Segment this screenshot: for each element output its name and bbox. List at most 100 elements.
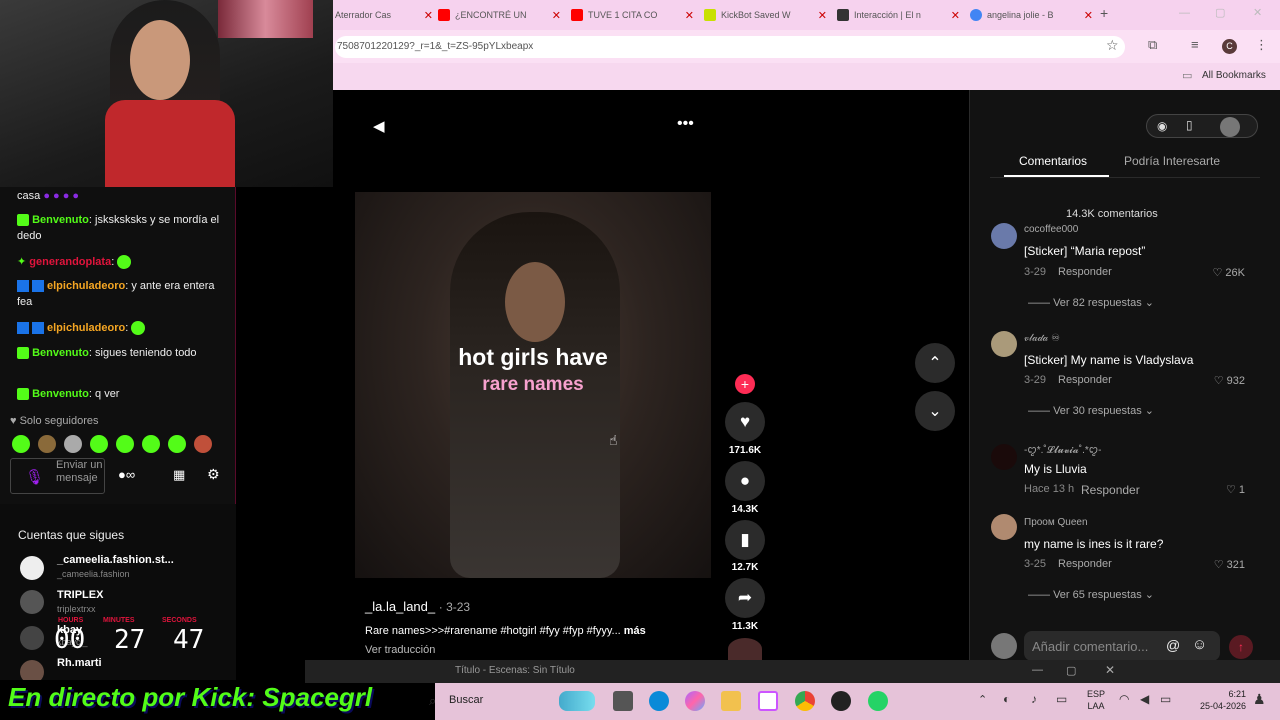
- close-icon[interactable]: ✕: [552, 9, 561, 22]
- close-window-button[interactable]: ✕: [1253, 6, 1262, 19]
- reply-button[interactable]: Responder: [1058, 266, 1112, 278]
- following-name[interactable]: Rh.marti: [57, 657, 102, 669]
- volume-icon[interactable]: ◀: [1140, 692, 1149, 706]
- video-frame[interactable]: hot girls have rare names: [355, 192, 711, 578]
- extensions-icon[interactable]: ⧉: [1148, 37, 1157, 53]
- eye-icon[interactable]: ◉: [1157, 119, 1167, 133]
- profile-avatar[interactable]: C: [1222, 39, 1237, 54]
- chat-username[interactable]: Benvenuto: [32, 214, 89, 226]
- comment-like[interactable]: ♡ 321: [1200, 558, 1245, 571]
- close-icon[interactable]: ✕: [685, 9, 694, 22]
- following-name[interactable]: _cameelia.fashion.st...: [57, 554, 174, 566]
- reply-button[interactable]: Responder: [1058, 374, 1112, 386]
- comment-username[interactable]: Проом Queen: [1024, 517, 1088, 528]
- browser-tab[interactable]: Aterrador Cas ✕: [335, 4, 435, 26]
- comment-username[interactable]: cocoffee000: [1024, 224, 1078, 235]
- avatar[interactable]: [20, 590, 44, 614]
- phone-icon[interactable]: ▯: [1186, 118, 1193, 132]
- sound-disc[interactable]: [728, 638, 762, 660]
- taskbar-search[interactable]: Buscar: [449, 694, 483, 706]
- view-replies[interactable]: —— Ver 82 respuestas ⌄: [1028, 296, 1154, 309]
- media-icon[interactable]: ≡: [1191, 37, 1199, 52]
- like-button[interactable]: ♥: [725, 402, 765, 442]
- close-window-button[interactable]: ✕: [1105, 663, 1115, 677]
- close-icon[interactable]: ✕: [951, 9, 960, 22]
- chat-username[interactable]: elpichuladeoro: [47, 322, 125, 334]
- emote-icon[interactable]: [168, 435, 186, 453]
- star-icon[interactable]: ☆: [1106, 37, 1119, 54]
- all-bookmarks-link[interactable]: All Bookmarks: [1202, 70, 1266, 81]
- menu-icon[interactable]: ⋮: [1255, 37, 1268, 53]
- avatar[interactable]: [20, 556, 44, 580]
- chat-username[interactable]: elpichuladeoro: [47, 280, 125, 292]
- microphone-icon[interactable]: 🎙: [25, 468, 44, 486]
- browser-tab[interactable]: Interacción | El n ✕: [837, 4, 962, 26]
- edge-icon[interactable]: [649, 691, 669, 711]
- clock[interactable]: 6:21 25-04-2026: [1196, 688, 1246, 712]
- emote-icon[interactable]: [194, 435, 212, 453]
- comment-button[interactable]: ●: [725, 461, 765, 501]
- notification-icon[interactable]: ♟: [1253, 691, 1266, 708]
- chrome-icon[interactable]: [795, 691, 815, 711]
- mention-icon[interactable]: @: [1166, 637, 1180, 653]
- browser-tab[interactable]: TUVE 1 CITA CO ✕: [571, 4, 696, 26]
- browser-tab[interactable]: KickBot Saved W ✕: [704, 4, 829, 26]
- store-icon[interactable]: ▦: [173, 467, 185, 483]
- previous-video-button[interactable]: ⌃: [915, 343, 955, 383]
- close-icon[interactable]: ✕: [424, 9, 433, 22]
- task-view-icon[interactable]: [613, 691, 633, 711]
- tab-interest[interactable]: Podría Interesarte: [1124, 154, 1220, 168]
- avatar[interactable]: [20, 626, 44, 650]
- wifi-icon[interactable]: ◠: [1119, 692, 1129, 706]
- chat-username[interactable]: Benvenuto: [32, 388, 89, 400]
- widget-icon[interactable]: [559, 691, 595, 711]
- folder-icon[interactable]: [721, 691, 741, 711]
- avatar[interactable]: [1220, 117, 1240, 137]
- emote-icon[interactable]: [38, 435, 56, 453]
- comment-username[interactable]: 𝓋𝓁𝒶𝒹𝒶 ♾: [1024, 333, 1060, 344]
- maximize-button[interactable]: ▢: [1215, 6, 1225, 19]
- next-video-button[interactable]: ⌄: [915, 391, 955, 431]
- more-link[interactable]: más: [624, 625, 646, 637]
- browser-tab[interactable]: ¿ENCONTRÉ UN ✕: [438, 4, 563, 26]
- security-icon[interactable]: ◐: [1003, 692, 1010, 706]
- emote-icon[interactable]: [116, 435, 134, 453]
- comment-like[interactable]: ♡ 1: [1200, 483, 1245, 496]
- gear-icon[interactable]: ⚙: [207, 466, 220, 483]
- avatar[interactable]: [991, 223, 1017, 249]
- store-icon[interactable]: [758, 691, 778, 711]
- emote-icon[interactable]: [12, 435, 30, 453]
- copilot-icon[interactable]: [685, 691, 705, 711]
- volume-icon[interactable]: ◀: [373, 117, 385, 135]
- view-replies[interactable]: —— Ver 65 respuestas ⌄: [1028, 588, 1154, 601]
- whatsapp-icon[interactable]: [868, 691, 888, 711]
- more-options-icon[interactable]: •••: [677, 115, 694, 133]
- translate-link[interactable]: Ver traducción: [365, 644, 435, 656]
- close-icon[interactable]: ✕: [1084, 9, 1093, 22]
- avatar[interactable]: [991, 514, 1017, 540]
- minimize-button[interactable]: —: [1179, 7, 1190, 19]
- share-button[interactable]: ➦: [725, 578, 765, 618]
- close-icon[interactable]: ✕: [818, 9, 827, 22]
- search-icon[interactable]: ⌕: [429, 693, 436, 709]
- follow-plus-button[interactable]: +: [735, 374, 755, 394]
- emote-icon[interactable]: [64, 435, 82, 453]
- browser-tab[interactable]: angelina jolie - B ✕: [970, 4, 1095, 26]
- comment-input[interactable]: Añadir comentario... @ ☺: [1024, 631, 1220, 661]
- chat-username[interactable]: generandoplata: [29, 256, 111, 268]
- emote-icon[interactable]: [90, 435, 108, 453]
- minimize-button[interactable]: —: [1032, 664, 1043, 676]
- display-icon[interactable]: ▭: [1056, 692, 1067, 706]
- comment-username[interactable]: -ꨄ︎*.˚𝓛𝓵𝓾𝓿𝓲𝓪˚.*ꨄ︎-: [1024, 442, 1101, 457]
- chat-username[interactable]: Benvenuto: [32, 347, 89, 359]
- video-author[interactable]: _la.la_land_: [365, 599, 435, 614]
- following-name[interactable]: TRIPLEX: [57, 589, 103, 601]
- save-button[interactable]: ▮: [725, 520, 765, 560]
- obs-icon[interactable]: [831, 691, 851, 711]
- emoji-icon[interactable]: ☺: [1192, 636, 1207, 653]
- battery-icon[interactable]: ▭: [1160, 692, 1171, 706]
- chat-input[interactable]: 🎙 Enviar un mensaje: [10, 458, 105, 494]
- tab-comments[interactable]: Comentarios: [1019, 154, 1087, 168]
- reply-button[interactable]: Responder: [1058, 558, 1112, 570]
- url-field[interactable]: 7508701220129?_r=1&_t=ZS-95pYLxbeapx: [335, 36, 1125, 58]
